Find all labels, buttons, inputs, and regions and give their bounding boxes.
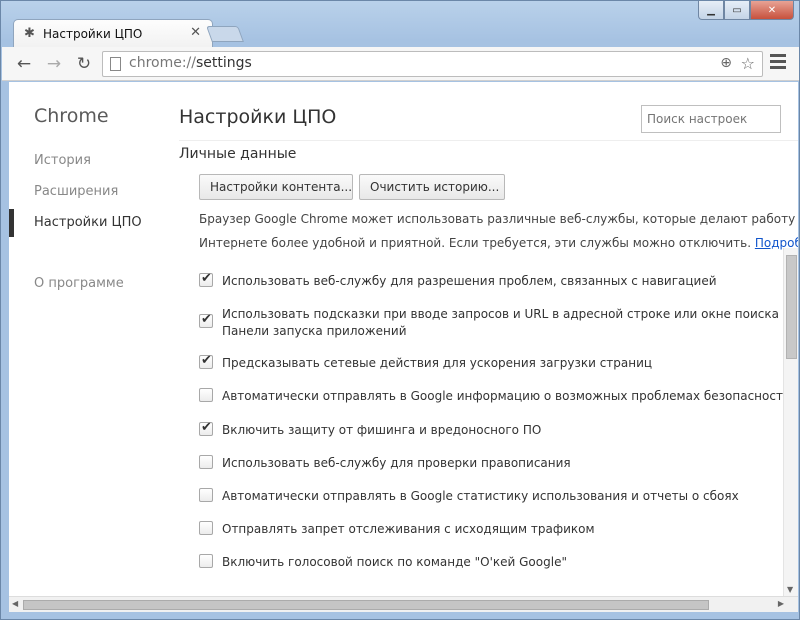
checkbox-checked[interactable]: [199, 353, 213, 369]
checkbox-unchecked[interactable]: [199, 554, 213, 568]
search-settings-input[interactable]: [641, 105, 781, 133]
tab-title: Настройки ЦПО: [43, 27, 143, 41]
vertical-scroll-thumb[interactable]: [786, 255, 797, 359]
description-text: Интернете более удобной и приятной. Если…: [199, 236, 752, 250]
settings-page: Chrome История Расширения Настройки ЦПО …: [9, 82, 798, 596]
sidebar-item-about[interactable]: О программе: [34, 276, 124, 291]
option-label: Автоматически отправлять в Google информ…: [222, 389, 791, 403]
privacy-description-line1: Браузер Google Chrome может использовать…: [199, 212, 798, 226]
scroll-right-arrow-icon[interactable]: ▶: [778, 599, 784, 608]
option-label: Включить голосовой поиск по команде "О'к…: [222, 555, 567, 569]
page-icon: [110, 57, 121, 71]
option-label: Использовать веб-службу для разрешения п…: [222, 274, 717, 288]
option-label: Отправлять запрет отслеживания с исходящ…: [222, 522, 595, 536]
section-title-privacy: Личные данные: [179, 146, 297, 162]
checkbox-unchecked[interactable]: [199, 488, 213, 502]
scroll-down-arrow-icon[interactable]: ▼: [787, 585, 793, 594]
scroll-left-arrow-icon[interactable]: ◀: [12, 599, 18, 608]
new-tab-button[interactable]: [206, 26, 244, 42]
sidebar-selection-marker: [9, 209, 14, 237]
vertical-scrollbar[interactable]: ▼: [783, 248, 798, 596]
minimize-button[interactable]: ▁: [698, 1, 724, 20]
url-text[interactable]: chrome://settings: [129, 55, 252, 71]
horizontal-scroll-thumb[interactable]: [23, 600, 709, 610]
checkbox-unchecked[interactable]: [199, 388, 213, 402]
zoom-icon[interactable]: ⊕: [720, 55, 732, 71]
maximize-button[interactable]: ▭: [724, 1, 750, 20]
option-label-line2: Панели запуска приложений: [222, 324, 407, 338]
close-tab-icon[interactable]: ✕: [190, 25, 201, 40]
sidebar: Chrome История Расширения Настройки ЦПО …: [9, 82, 169, 596]
tab-settings[interactable]: ✱ Настройки ЦПО ✕: [13, 19, 213, 47]
clear-history-button[interactable]: Очистить историю...: [359, 174, 505, 200]
address-bar[interactable]: chrome://settings ⊕ ☆: [102, 51, 763, 77]
page-title: Настройки ЦПО: [179, 106, 337, 128]
option-label: Предсказывать сетевые действия для ускор…: [222, 356, 653, 370]
tab-strip: ✱ Настройки ЦПО ✕ ▁ ▭ ✕: [1, 1, 800, 47]
url-scheme: chrome://: [129, 55, 196, 71]
option-label: Использовать подсказки при вводе запросо…: [222, 307, 798, 321]
checkbox-checked[interactable]: [199, 271, 213, 287]
sidebar-item-settings[interactable]: Настройки ЦПО: [34, 215, 142, 230]
back-button[interactable]: ←: [13, 53, 35, 75]
option-label: Использовать веб-службу для проверки пра…: [222, 456, 571, 470]
horizontal-scrollbar[interactable]: ◀ ▶: [9, 596, 798, 612]
browser-window: ✱ Настройки ЦПО ✕ ▁ ▭ ✕ ← → ↻ chrome://s…: [0, 0, 800, 620]
sidebar-item-extensions[interactable]: Расширения: [34, 184, 118, 199]
sidebar-item-history[interactable]: История: [34, 153, 91, 168]
window-controls: ▁ ▭ ✕: [698, 1, 794, 21]
content-settings-button[interactable]: Настройки контента...: [199, 174, 353, 200]
checkbox-checked[interactable]: [199, 312, 213, 328]
url-path: settings: [196, 55, 252, 71]
toolbar: ← → ↻ chrome://settings ⊕ ☆: [2, 47, 799, 81]
gear-icon: ✱: [24, 26, 35, 41]
sidebar-title: Chrome: [34, 105, 109, 127]
main-panel: Настройки ЦПО Личные данные Настройки ко…: [179, 82, 798, 596]
checkbox-unchecked[interactable]: [199, 455, 213, 469]
close-window-button[interactable]: ✕: [750, 1, 794, 20]
bookmark-star-icon[interactable]: ☆: [741, 54, 755, 73]
checkbox-unchecked[interactable]: [199, 521, 213, 535]
checkbox-checked[interactable]: [199, 420, 213, 436]
privacy-description-line2: Интернете более удобной и приятной. Если…: [199, 236, 798, 250]
option-label: Включить защиту от фишинга и вредоносног…: [222, 423, 542, 437]
reload-button[interactable]: ↻: [73, 53, 95, 75]
option-label: Автоматически отправлять в Google статис…: [222, 489, 739, 503]
forward-button[interactable]: →: [43, 53, 65, 75]
title-divider: [179, 140, 798, 141]
chrome-menu-icon[interactable]: [770, 54, 786, 70]
